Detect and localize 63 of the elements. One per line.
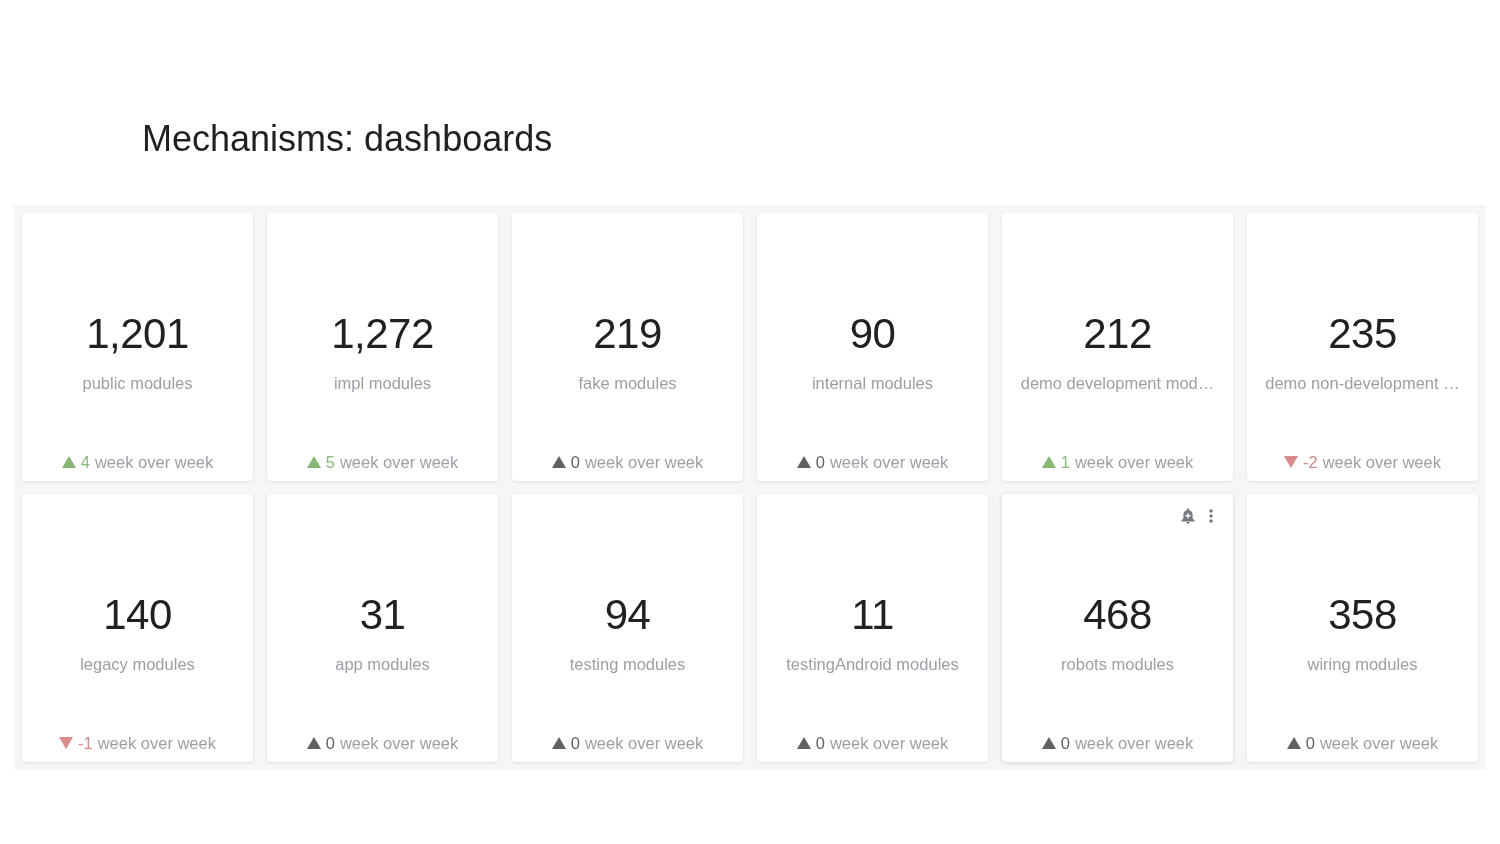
change-value: 0 <box>325 733 335 753</box>
up-triangle-icon <box>306 737 321 749</box>
change-period: week over week <box>584 452 704 472</box>
change-period: week over week <box>1319 733 1439 753</box>
down-triangle-icon <box>59 737 73 749</box>
metric-value: 11 <box>851 590 894 640</box>
page-title: Mechanisms: dashboards <box>142 117 553 161</box>
metric-label: internal modules <box>811 373 934 393</box>
change-period: week over week <box>94 452 214 472</box>
change-period: week over week <box>339 452 459 472</box>
up-triangle-icon <box>306 456 321 468</box>
up-triangle-icon <box>1041 737 1056 749</box>
metric-value: 235 <box>1328 309 1397 359</box>
metric-label: impl modules <box>333 373 432 393</box>
metric-value: 94 <box>604 590 651 640</box>
up-triangle-icon <box>1041 456 1056 468</box>
change-value: 4 <box>80 452 90 472</box>
metric-label: fake modules <box>578 373 677 393</box>
change-value: 0 <box>570 733 580 753</box>
change-value: 0 <box>1060 733 1070 753</box>
metric-value: 468 <box>1083 590 1152 640</box>
change-value: 0 <box>1305 733 1315 753</box>
metric-label: demo development mod… <box>1020 373 1215 393</box>
down-triangle-icon <box>1284 456 1298 468</box>
change-period: week over week <box>1322 452 1441 472</box>
change-value: -1 <box>78 733 93 753</box>
metric-label: wiring modules <box>1307 654 1418 674</box>
metric-label: robots modules <box>1061 654 1174 674</box>
change-period: week over week <box>829 452 949 472</box>
change-period: week over week <box>1074 452 1194 472</box>
up-triangle-icon <box>796 737 811 749</box>
change-period: week over week <box>829 733 949 753</box>
metric-label: testingAndroid modules <box>786 654 959 674</box>
change-value: 0 <box>570 452 580 472</box>
up-triangle-icon <box>551 737 566 749</box>
metric-label: demo non-development … <box>1265 373 1460 393</box>
metric-value: 31 <box>359 590 406 640</box>
change-value: 1 <box>1060 452 1070 472</box>
up-triangle-icon <box>61 456 76 468</box>
metric-label: testing modules <box>569 654 686 674</box>
metric-value: 358 <box>1328 590 1397 640</box>
change-value: 5 <box>325 452 335 472</box>
metric-value: 1,272 <box>331 309 434 359</box>
metric-label: app modules <box>335 654 430 674</box>
change-value: -2 <box>1303 452 1318 472</box>
change-period: week over week <box>339 733 459 753</box>
metric-value: 219 <box>593 309 662 359</box>
up-triangle-icon <box>1286 737 1301 749</box>
change-period: week over week <box>97 733 216 753</box>
metric-value: 140 <box>103 590 172 640</box>
metric-value: 1,201 <box>86 309 189 359</box>
up-triangle-icon <box>551 456 566 468</box>
change-period: week over week <box>1074 733 1194 753</box>
bell-icon[interactable] <box>1181 508 1195 524</box>
change-value: 0 <box>815 452 825 472</box>
metric-label: legacy modules <box>80 654 195 674</box>
change-value: 0 <box>815 733 825 753</box>
up-triangle-icon <box>796 456 811 468</box>
change-period: week over week <box>584 733 704 753</box>
more-icon[interactable] <box>1209 509 1213 523</box>
metric-value: 90 <box>849 309 896 359</box>
metric-label: public modules <box>82 373 193 393</box>
metric-value: 212 <box>1083 309 1152 359</box>
